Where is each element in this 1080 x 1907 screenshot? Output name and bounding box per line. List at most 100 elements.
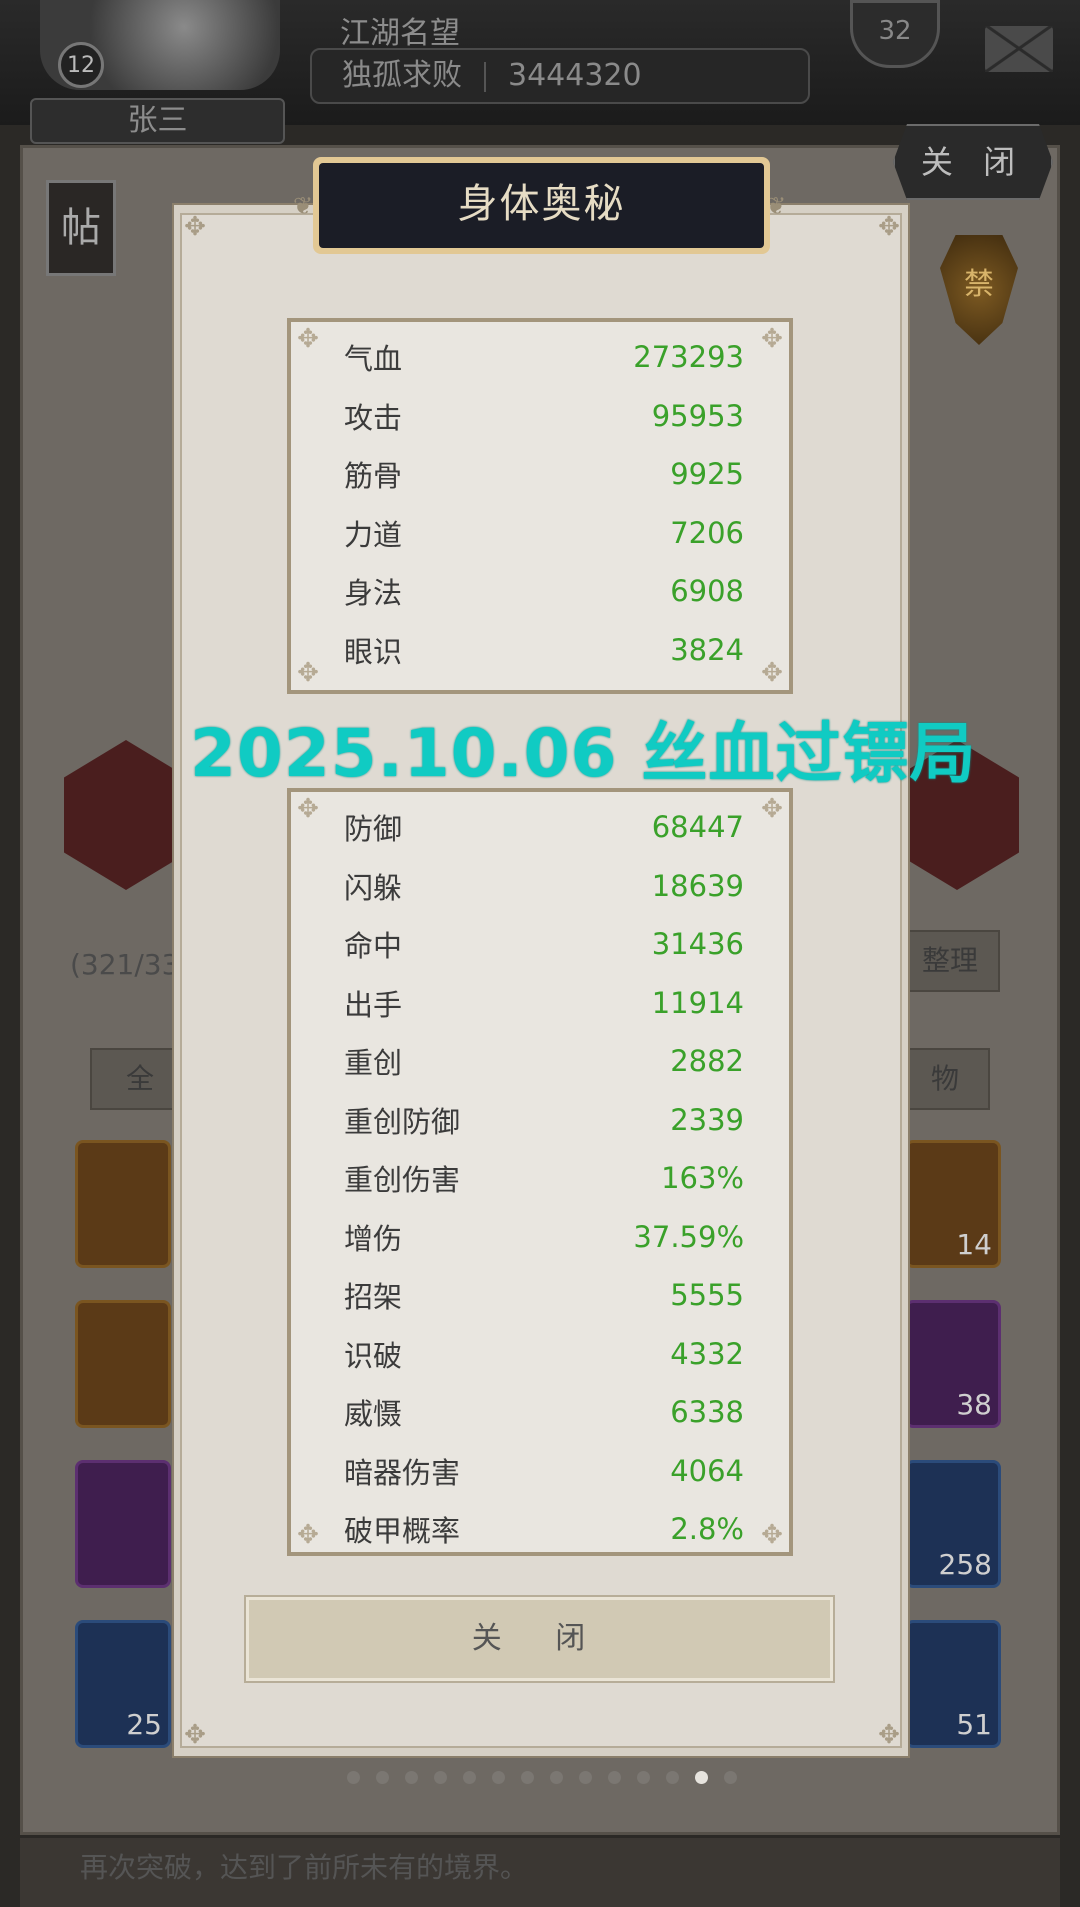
inventory-slot[interactable] — [75, 1140, 171, 1268]
stat-value: 2339 — [670, 1102, 744, 1137]
modal-title-plate: 身体奥秘 — [313, 157, 770, 254]
stat-row: 增伤 37.59% — [344, 1217, 744, 1257]
page-dot[interactable] — [579, 1771, 592, 1784]
stat-value: 4064 — [670, 1453, 744, 1488]
inventory-slot[interactable] — [75, 1460, 171, 1588]
item-count: 38 — [956, 1388, 992, 1421]
item-count: 14 — [956, 1228, 992, 1261]
stat-row: 防御 68447 — [344, 807, 744, 847]
stat-row: 命中 31436 — [344, 924, 744, 964]
stat-value: 2.8% — [670, 1512, 744, 1546]
stat-label: 威慑 — [344, 1397, 403, 1431]
stat-value: 3824 — [670, 632, 744, 667]
fame-value: 3444320 — [508, 58, 642, 93]
stat-row: 闪躲 18639 — [344, 866, 744, 906]
stat-value: 7206 — [670, 515, 744, 550]
corner-ornament-icon: ✥ — [297, 324, 319, 354]
inventory-slot[interactable] — [75, 1300, 171, 1428]
stat-row: 眼识 3824 — [344, 630, 744, 670]
item-count: 258 — [938, 1548, 992, 1581]
corner-ornament-icon: ✥ — [184, 1720, 206, 1750]
page-dot[interactable] — [695, 1771, 708, 1784]
page-dot[interactable] — [637, 1771, 650, 1784]
page-dot[interactable] — [666, 1771, 679, 1784]
page-dot[interactable] — [550, 1771, 563, 1784]
page-dot[interactable] — [463, 1771, 476, 1784]
stat-label: 破甲概率 — [344, 1514, 461, 1548]
mail-icon[interactable] — [985, 26, 1053, 72]
player-level-badge: 12 — [58, 42, 104, 88]
stat-label: 识破 — [344, 1338, 403, 1373]
inventory-slot[interactable]: 25 — [75, 1620, 171, 1748]
corner-ornament-icon: ✥ — [297, 794, 319, 824]
stat-label: 眼识 — [344, 634, 403, 669]
fame-rank: 独孤求败 — [342, 58, 462, 93]
player-name: 张三 — [30, 98, 285, 144]
corner-ornament-icon: ✥ — [761, 658, 783, 688]
stat-label: 力道 — [344, 517, 403, 552]
stat-label: 暗器伤害 — [344, 1455, 461, 1490]
primary-stats-box: ✥ ✥ ✥ ✥ 气血 273293 攻击 95953 筋骨 9925 力道 7206 身法 690… — [287, 318, 793, 694]
stat-row: 力道 7206 — [344, 513, 744, 553]
stat-value: 95953 — [651, 398, 744, 433]
stat-row: 重创 2882 — [344, 1041, 744, 1081]
stat-row: 识破 4332 — [344, 1334, 744, 1374]
stat-row: 气血 273293 — [344, 337, 744, 377]
tidy-button[interactable]: 整理 — [900, 930, 1000, 992]
stat-row: 出手 11914 — [344, 983, 744, 1023]
story-text: 再次突破，达到了前所未有的境界。 — [20, 1838, 1060, 1907]
stat-row: 筋骨 9925 — [344, 454, 744, 494]
inventory-slot[interactable]: 258 — [905, 1460, 1001, 1588]
fame-box: 独孤求败 3444320 — [310, 48, 810, 104]
stat-value: 6338 — [670, 1395, 744, 1429]
stat-row: 破甲概率 2.8% — [344, 1509, 744, 1549]
inventory-count: (321/33 — [70, 948, 180, 981]
stat-value: 273293 — [633, 340, 744, 374]
page-dot[interactable] — [724, 1771, 737, 1784]
stat-label: 命中 — [344, 929, 403, 963]
corner-ornament-icon: ✥ — [761, 324, 783, 354]
stat-value: 163% — [661, 1161, 744, 1195]
corner-ornament-icon: ✥ — [761, 1520, 783, 1550]
stat-label: 重创 — [344, 1046, 403, 1080]
inventory-slot[interactable]: 51 — [905, 1620, 1001, 1748]
filter-item-tab[interactable]: 物 — [900, 1048, 990, 1110]
stat-row: 重创防御 2339 — [344, 1100, 744, 1140]
inventory-slot[interactable]: 14 — [905, 1140, 1001, 1268]
stat-row: 威慑 6338 — [344, 1392, 744, 1432]
page-dot[interactable] — [347, 1771, 360, 1784]
fame-title: 江湖名望 — [340, 16, 460, 51]
stat-label: 招架 — [344, 1280, 403, 1314]
rank-shield-badge[interactable]: 32 — [850, 0, 940, 68]
stat-value: 4332 — [670, 1336, 744, 1371]
page-dot[interactable] — [521, 1771, 534, 1784]
stat-label: 身法 — [344, 576, 403, 610]
modal-title: 身体奥秘 — [319, 163, 764, 248]
stat-label: 气血 — [344, 342, 403, 376]
corner-ornament-icon: ✥ — [878, 212, 900, 242]
stat-label: 重创防御 — [344, 1104, 461, 1139]
close-modal-button[interactable]: 关 闭 — [244, 1595, 835, 1683]
stat-value: 18639 — [651, 868, 744, 903]
page-dot[interactable] — [492, 1771, 505, 1784]
post-icon[interactable]: 帖 — [46, 180, 116, 276]
inventory-slot[interactable]: 38 — [905, 1300, 1001, 1428]
fame-separator — [484, 61, 486, 92]
page-dot[interactable] — [376, 1771, 389, 1784]
stat-value: 68447 — [651, 810, 744, 844]
stat-row: 招架 5555 — [344, 1275, 744, 1315]
page-dot[interactable] — [434, 1771, 447, 1784]
stat-row: 身法 6908 — [344, 571, 744, 611]
corner-ornament-icon: ✥ — [761, 794, 783, 824]
secondary-stats-box[interactable]: ✥ ✥ ✥ ✥ 防御 68447 闪躲 18639 命中 31436 出手 11914 重创 28… — [287, 788, 793, 1556]
stat-value: 11914 — [651, 985, 744, 1020]
page-dot[interactable] — [405, 1771, 418, 1784]
stat-label: 出手 — [344, 987, 403, 1022]
stat-label: 重创伤害 — [344, 1163, 461, 1197]
corner-ornament-icon: ✥ — [878, 1720, 900, 1750]
page-dot[interactable] — [608, 1771, 621, 1784]
stat-value: 5555 — [670, 1278, 744, 1312]
corner-ornament-icon: ✥ — [297, 1520, 319, 1550]
close-panel-button[interactable]: 关 闭 — [893, 124, 1053, 200]
stat-value: 6908 — [670, 574, 744, 608]
